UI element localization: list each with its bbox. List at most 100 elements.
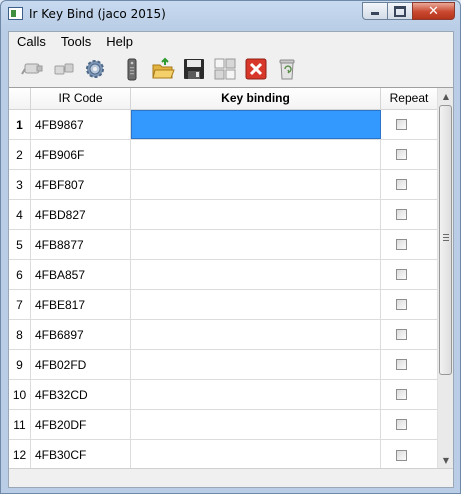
repeat-cell bbox=[381, 410, 437, 439]
table-row[interactable]: 7 4FBE817 bbox=[9, 290, 437, 320]
repeat-cell bbox=[381, 110, 437, 139]
save-button[interactable] bbox=[178, 55, 209, 83]
table-row[interactable]: 8 4FB6897 bbox=[9, 320, 437, 350]
repeat-cell bbox=[381, 290, 437, 319]
repeat-checkbox[interactable] bbox=[395, 209, 407, 220]
vertical-scrollbar[interactable]: ▲ ▼ bbox=[437, 88, 453, 468]
delete-button[interactable] bbox=[240, 55, 271, 83]
key-binding-cell[interactable] bbox=[131, 110, 381, 139]
table-row[interactable]: 12 4FB30CF bbox=[9, 440, 437, 468]
repeat-checkbox[interactable] bbox=[395, 269, 407, 280]
key-binding-cell[interactable] bbox=[131, 380, 381, 409]
key-binding-cell[interactable] bbox=[131, 320, 381, 349]
ir-code-cell[interactable]: 4FB02FD bbox=[31, 350, 131, 379]
recycle-button[interactable] bbox=[271, 55, 302, 83]
repeat-checkbox[interactable] bbox=[395, 449, 407, 461]
scroll-thumb[interactable] bbox=[439, 105, 452, 375]
open-button[interactable] bbox=[147, 55, 178, 83]
table-row[interactable]: 10 4FB32CD bbox=[9, 380, 437, 410]
repeat-cell bbox=[381, 200, 437, 229]
column-header-repeat[interactable]: Repeat bbox=[381, 88, 437, 109]
menu-tools[interactable]: Tools bbox=[54, 32, 98, 52]
repeat-checkbox[interactable] bbox=[395, 299, 407, 310]
table-row[interactable]: 6 4FBA857 bbox=[9, 260, 437, 290]
repeat-checkbox[interactable] bbox=[395, 239, 407, 250]
grip-icon bbox=[443, 234, 449, 241]
connect-button[interactable] bbox=[17, 55, 48, 83]
scroll-down-icon[interactable]: ▼ bbox=[438, 452, 453, 468]
save-icon bbox=[183, 59, 204, 79]
toolbar bbox=[9, 52, 453, 86]
layout-button[interactable] bbox=[209, 55, 240, 83]
remote-control-icon bbox=[127, 58, 136, 81]
repeat-checkbox[interactable] bbox=[395, 149, 407, 160]
disconnect-icon bbox=[54, 63, 73, 75]
row-number: 10 bbox=[9, 380, 31, 409]
ir-code-cell[interactable]: 4FB906F bbox=[31, 140, 131, 169]
table-row[interactable]: 2 4FB906F bbox=[9, 140, 437, 170]
key-binding-cell[interactable] bbox=[131, 410, 381, 439]
table-row[interactable]: 9 4FB02FD bbox=[9, 350, 437, 380]
row-number: 8 bbox=[9, 320, 31, 349]
close-icon: ✕ bbox=[428, 3, 439, 19]
key-binding-cell[interactable] bbox=[131, 200, 381, 229]
row-number: 9 bbox=[9, 350, 31, 379]
minimize-icon bbox=[363, 3, 387, 19]
repeat-checkbox[interactable] bbox=[395, 419, 407, 430]
key-binding-cell[interactable] bbox=[131, 140, 381, 169]
header-corner[interactable] bbox=[9, 88, 31, 109]
table-row[interactable]: 3 4FBF807 bbox=[9, 170, 437, 200]
caption-buttons: ✕ bbox=[362, 2, 455, 21]
remote-button[interactable] bbox=[116, 55, 147, 83]
maximize-button[interactable] bbox=[387, 2, 413, 20]
ir-code-cell[interactable]: 4FB9867 bbox=[31, 110, 131, 139]
close-button[interactable]: ✕ bbox=[412, 2, 455, 20]
key-binding-cell[interactable] bbox=[131, 260, 381, 289]
repeat-checkbox[interactable] bbox=[395, 179, 407, 190]
ir-code-cell[interactable]: 4FB6897 bbox=[31, 320, 131, 349]
status-bar bbox=[9, 468, 453, 487]
key-binding-cell[interactable] bbox=[131, 350, 381, 379]
disconnect-button[interactable] bbox=[48, 55, 79, 83]
row-number: 6 bbox=[9, 260, 31, 289]
menu-help[interactable]: Help bbox=[99, 32, 140, 52]
scroll-up-icon[interactable]: ▲ bbox=[438, 88, 453, 104]
recycle-bin-icon bbox=[279, 59, 294, 80]
ir-code-cell[interactable]: 4FB8877 bbox=[31, 230, 131, 259]
minimize-button[interactable] bbox=[362, 2, 388, 20]
ir-code-cell[interactable]: 4FBD827 bbox=[31, 200, 131, 229]
ir-code-cell[interactable]: 4FBA857 bbox=[31, 260, 131, 289]
client-area: Calls Tools Help IR Code Key binding Rep… bbox=[8, 31, 454, 488]
repeat-cell bbox=[381, 260, 437, 289]
key-binding-cell[interactable] bbox=[131, 440, 381, 468]
ir-code-cell[interactable]: 4FB30CF bbox=[31, 440, 131, 468]
repeat-checkbox[interactable] bbox=[395, 359, 407, 370]
ir-code-cell[interactable]: 4FB20DF bbox=[31, 410, 131, 439]
window-title: Ir Key Bind (jaco 2015) bbox=[29, 7, 166, 21]
repeat-checkbox[interactable] bbox=[395, 389, 407, 400]
settings-button[interactable] bbox=[79, 55, 110, 83]
ir-code-cell[interactable]: 4FB32CD bbox=[31, 380, 131, 409]
row-number: 1 bbox=[9, 110, 31, 139]
column-header-ir-code[interactable]: IR Code bbox=[31, 88, 131, 109]
repeat-checkbox[interactable] bbox=[395, 119, 407, 130]
menu-bar: Calls Tools Help bbox=[9, 32, 453, 52]
table-row[interactable]: 4 4FBD827 bbox=[9, 200, 437, 230]
key-binding-cell[interactable] bbox=[131, 290, 381, 319]
key-binding-cell[interactable] bbox=[131, 170, 381, 199]
row-number: 2 bbox=[9, 140, 31, 169]
repeat-checkbox[interactable] bbox=[395, 329, 407, 340]
title-bar[interactable]: Ir Key Bind (jaco 2015) ✕ bbox=[1, 1, 460, 29]
table-row[interactable]: 1 4FB9867 bbox=[9, 110, 437, 140]
delete-icon bbox=[245, 58, 266, 80]
menu-calls[interactable]: Calls bbox=[10, 32, 53, 52]
repeat-cell bbox=[381, 140, 437, 169]
table-row[interactable]: 11 4FB20DF bbox=[9, 410, 437, 440]
table-row[interactable]: 5 4FB8877 bbox=[9, 230, 437, 260]
key-binding-cell[interactable] bbox=[131, 230, 381, 259]
ir-code-cell[interactable]: 4FBF807 bbox=[31, 170, 131, 199]
column-header-key-binding[interactable]: Key binding bbox=[131, 88, 381, 109]
connect-icon bbox=[20, 63, 42, 75]
key-binding-table: IR Code Key binding Repeat 1 4FB9867 2 4… bbox=[9, 87, 453, 468]
ir-code-cell[interactable]: 4FBE817 bbox=[31, 290, 131, 319]
